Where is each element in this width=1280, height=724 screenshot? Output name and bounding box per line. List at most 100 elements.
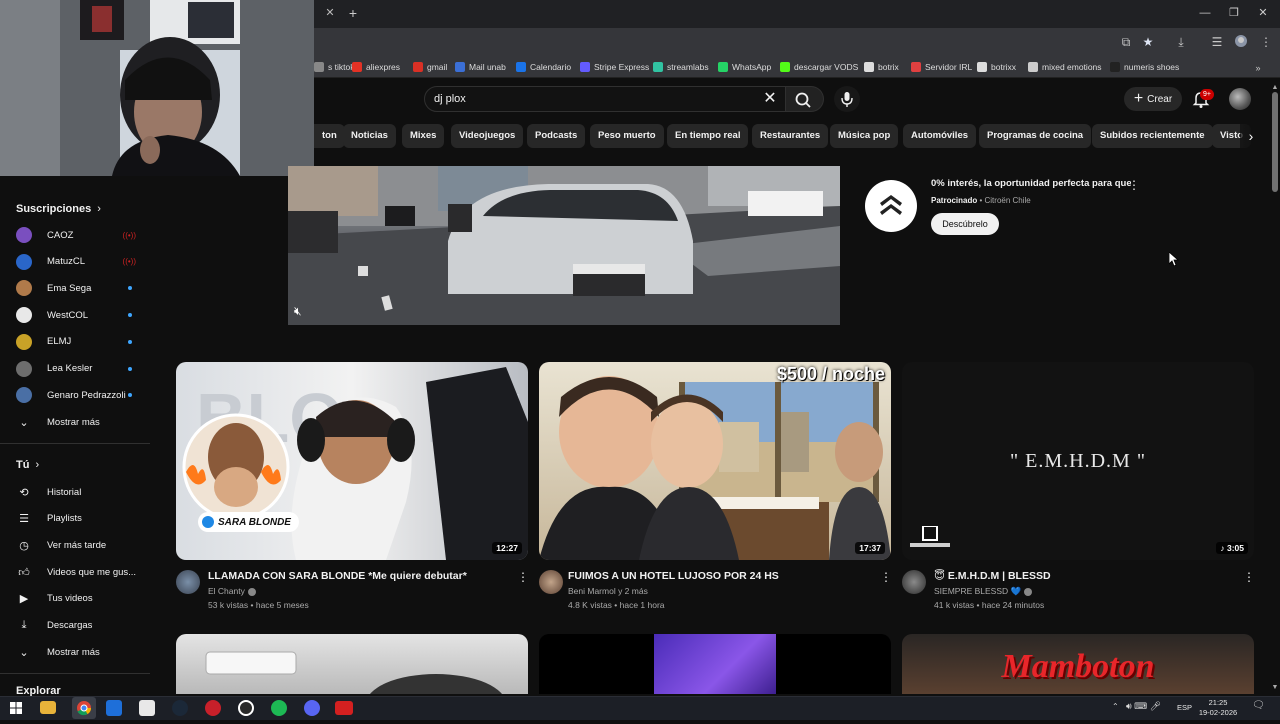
video-thumbnail[interactable]: " E.M.H.D.M " ♪ 3:05 — [902, 362, 1254, 560]
close-window-icon[interactable]: ✕ — [1256, 6, 1270, 20]
maximize-icon[interactable]: ❐ — [1227, 6, 1241, 20]
subscription-item[interactable]: Genaro Pedrazzoli — [0, 382, 150, 408]
you-heading[interactable]: Tú › — [16, 457, 39, 473]
bookmark-item[interactable]: Servidor IRL — [911, 60, 972, 74]
citroen-logo[interactable] — [865, 180, 917, 232]
filter-chip[interactable]: ton — [314, 124, 345, 148]
filter-chip[interactable]: Música pop — [830, 124, 899, 148]
ad-cta-button[interactable]: Descúbrelo — [931, 213, 999, 235]
subscriptions-heading[interactable]: Suscripciones › — [16, 201, 101, 217]
downloads-toolbar-icon[interactable]: ⤓ — [1173, 34, 1189, 50]
clock[interactable]: 21:25 19-02-2026 — [1196, 697, 1240, 719]
sidebar-item-your-videos[interactable]: ▶ Tus videos — [0, 586, 150, 612]
bookmarks-overflow-icon[interactable]: » — [1250, 60, 1266, 76]
sidebar-item-watch-later[interactable]: ◷ Ver más tarde — [0, 532, 150, 558]
ad-title[interactable]: 0% interés, la oportunidad perfecta para… — [931, 178, 1131, 192]
chips-next-icon[interactable]: › — [1240, 124, 1262, 148]
ad-more-icon[interactable]: ⋮ — [1128, 178, 1140, 192]
windows-start-icon[interactable] — [7, 699, 25, 717]
filter-chip[interactable]: Noticias — [343, 124, 396, 148]
create-button[interactable]: + Crear — [1124, 87, 1182, 111]
minimize-icon[interactable]: — — [1198, 6, 1212, 20]
scroll-up-icon[interactable]: ▲ — [1271, 84, 1279, 92]
filter-chip[interactable]: Automóviles — [903, 124, 977, 148]
video-title[interactable]: LLAMADA CON SARA BLONDE *Me quiere debut… — [208, 570, 467, 584]
filter-chip[interactable]: Restaurantes — [752, 124, 829, 148]
subscription-item[interactable]: ELMJ — [0, 329, 150, 355]
cast-icon[interactable]: ⧉ — [1118, 34, 1134, 50]
tray-overflow-icon[interactable]: ⌃ — [1112, 702, 1119, 711]
tab-close-icon[interactable]: ✕ — [323, 6, 337, 20]
scroll-down-icon[interactable]: ▼ — [1271, 684, 1279, 692]
spotify-icon[interactable] — [271, 700, 287, 716]
discord-icon[interactable] — [304, 700, 320, 716]
video-thumbnail[interactable] — [176, 634, 528, 694]
filter-chip[interactable]: Mixes — [402, 124, 445, 148]
channel-avatar[interactable] — [902, 570, 926, 594]
clear-search-icon[interactable]: ✕ — [760, 88, 780, 110]
video-thumbnail[interactable]: $500 / noche 17:37 — [539, 362, 891, 560]
tray-icons[interactable]: 🔊︎ ⌨︎ 🎤︎ — [1126, 701, 1161, 712]
video-thumbnail[interactable]: Mamboton — [902, 634, 1254, 694]
scrollbar-thumb[interactable] — [1272, 92, 1278, 192]
store-icon[interactable] — [106, 700, 122, 716]
notification-center-icon[interactable]: 🗨︎ — [1252, 700, 1266, 714]
app-red-icon[interactable] — [205, 700, 221, 716]
bookmark-item[interactable]: descargar VODS — [780, 60, 858, 74]
sidebar-item-playlists[interactable]: ☰ Playlists — [0, 506, 150, 532]
chrome-menu-icon[interactable]: ⋮ — [1258, 34, 1274, 50]
subscription-item[interactable]: WestCOL — [0, 302, 150, 328]
video-more-icon[interactable]: ⋮ — [1243, 570, 1255, 584]
bookmark-item[interactable]: streamlabs — [653, 60, 709, 74]
bookmark-item[interactable]: Calendario — [516, 60, 571, 74]
subscription-item[interactable]: Ema Sega — [0, 275, 150, 301]
account-avatar[interactable] — [1229, 88, 1251, 110]
file-explorer-icon[interactable] — [40, 701, 56, 714]
ad-video-player[interactable]: 🔇︎ — [288, 166, 840, 325]
filter-chip[interactable]: Videojuegos — [451, 124, 524, 148]
show-more-subscriptions[interactable]: ⌄ Mostrar más — [0, 409, 150, 435]
video-more-icon[interactable]: ⋮ — [517, 570, 529, 584]
filter-chip[interactable]: Subidos recientemente — [1092, 124, 1213, 148]
video-title[interactable]: 😇 E.M.H.D.M | BLESSD — [934, 570, 1051, 584]
bookmark-item[interactable]: Stripe Express — [580, 60, 649, 74]
subscription-item[interactable]: MatuzCL ((•)) — [0, 249, 150, 275]
subscription-item[interactable]: CAOZ ((•)) — [0, 222, 150, 248]
bookmark-item[interactable]: numeris shoes — [1110, 60, 1179, 74]
channel-name[interactable]: El Chanty — [208, 586, 256, 598]
bookmark-item[interactable]: gmail — [413, 60, 447, 74]
search-button[interactable] — [786, 86, 824, 112]
voice-search-button[interactable] — [834, 86, 860, 112]
channel-name[interactable]: Beni Marmol y 2 más — [568, 586, 648, 598]
filter-chip[interactable]: En tiempo real — [667, 124, 749, 148]
bookmark-item[interactable]: botrix — [864, 60, 899, 74]
bookmark-item[interactable]: mixed emotions — [1028, 60, 1102, 74]
steam-icon[interactable] — [172, 700, 188, 716]
mute-icon[interactable]: 🔇︎ — [294, 304, 312, 320]
bookmark-star-icon[interactable]: ★ — [1140, 34, 1156, 50]
video-thumbnail[interactable] — [539, 634, 891, 694]
sidebar-item-history[interactable]: ⟲ Historial — [0, 479, 150, 505]
bookmark-item[interactable]: s tiktok — [314, 60, 354, 74]
sidebar-item-liked[interactable]: 👍︎ Videos que me gus... — [0, 559, 150, 585]
subscription-item[interactable]: Lea Kesler — [0, 356, 150, 382]
sidebar-item-downloads[interactable]: ⤓ Descargas — [0, 613, 150, 639]
filter-chip[interactable]: Programas de cocina — [979, 124, 1092, 148]
media-queue-icon[interactable]: ☰ — [1209, 34, 1225, 50]
new-tab-button[interactable]: + — [346, 5, 360, 21]
search-input[interactable] — [434, 91, 734, 107]
chrome-taskbar-active[interactable] — [72, 697, 96, 719]
filter-chip[interactable]: Peso muerto — [590, 124, 664, 148]
bookmark-item[interactable]: Mail unab — [455, 60, 506, 74]
filter-chip[interactable]: Podcasts — [527, 124, 586, 148]
channel-avatar[interactable] — [539, 570, 563, 594]
bookmark-item[interactable]: WhatsApp — [718, 60, 771, 74]
bookmark-item[interactable]: botrixx — [977, 60, 1016, 74]
channel-name[interactable]: SIEMPRE BLESSD 💙 — [934, 586, 1033, 598]
profile-toolbar-icon[interactable] — [1233, 34, 1249, 50]
show-more-you[interactable]: ⌄ Mostrar más — [0, 639, 150, 665]
video-app-icon[interactable] — [335, 701, 353, 715]
language-indicator[interactable]: ESP — [1177, 703, 1192, 712]
video-more-icon[interactable]: ⋮ — [880, 570, 892, 584]
explore-heading[interactable]: Explorar — [16, 686, 61, 696]
